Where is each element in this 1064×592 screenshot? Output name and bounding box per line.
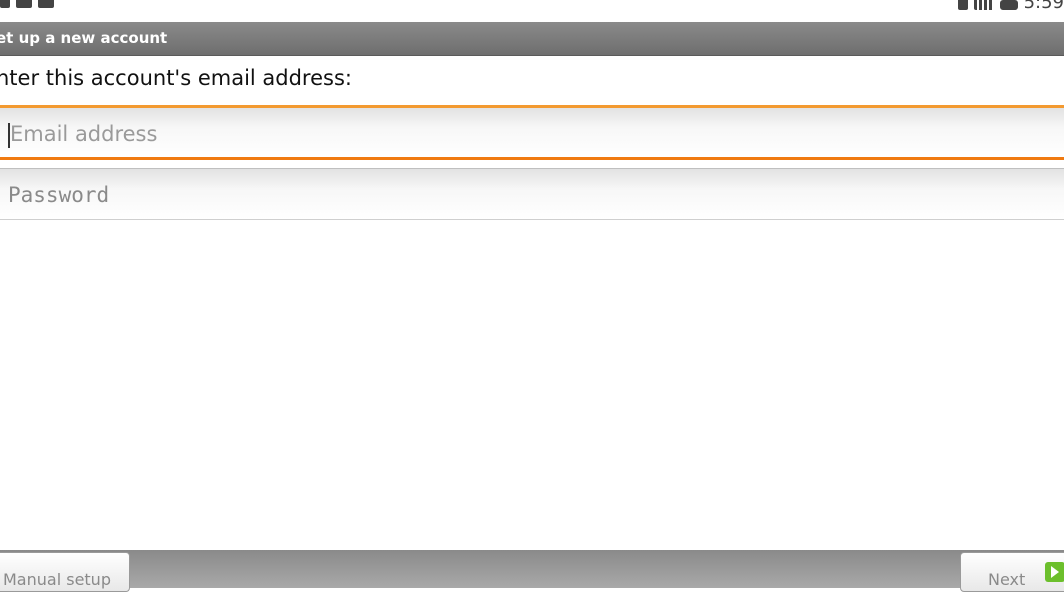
clock: 5:59 bbox=[1023, 0, 1064, 12]
status-bar: 5:59 bbox=[0, 0, 1064, 12]
email-placeholder: Email address bbox=[10, 122, 158, 146]
manual-setup-label: Manual setup bbox=[3, 570, 111, 589]
password-placeholder: Password bbox=[8, 183, 110, 207]
notification-icon bbox=[0, 0, 10, 8]
email-field[interactable]: Email address bbox=[0, 105, 1064, 160]
system-icons: 5:59 bbox=[957, 0, 1064, 12]
title-bar: et up a new account bbox=[0, 22, 1064, 56]
next-arrow-icon[interactable] bbox=[1045, 562, 1064, 582]
bottom-button-bar bbox=[0, 550, 1064, 588]
page-title: et up a new account bbox=[0, 29, 168, 47]
battery-icon bbox=[999, 0, 1018, 10]
signal-icon bbox=[973, 0, 994, 10]
email-prompt: nter this account's email address: bbox=[0, 66, 352, 90]
manual-setup-button[interactable]: Manual setup bbox=[0, 552, 130, 592]
notification-icon bbox=[16, 0, 32, 8]
next-label: Next bbox=[988, 570, 1026, 589]
lock-icon bbox=[957, 0, 968, 10]
notification-icons bbox=[0, 0, 54, 8]
password-field[interactable]: Password bbox=[0, 168, 1064, 220]
notification-icon bbox=[38, 0, 54, 8]
